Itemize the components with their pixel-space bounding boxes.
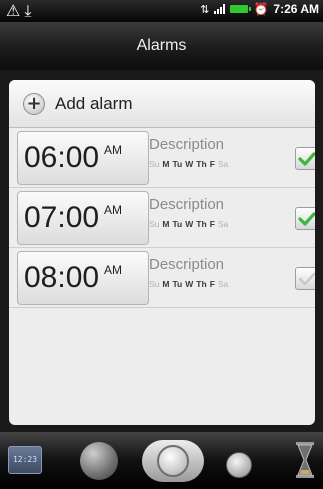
alarm-description: Description <box>149 256 225 273</box>
alarm-ampm: AM <box>104 203 122 217</box>
add-alarm-button[interactable]: + Add alarm <box>9 80 315 128</box>
day-label: Tu <box>172 219 183 229</box>
bottom-tab-bar: 12:23 <box>0 432 323 489</box>
status-left-icons: ⚠⤓ <box>6 1 35 21</box>
alarm-ampm: AM <box>104 263 122 277</box>
alarm-clock-icon: ⏰ <box>253 2 269 16</box>
day-label: M <box>162 159 170 169</box>
alarm-enable-checkbox[interactable] <box>295 267 315 290</box>
alarm-row[interactable]: 06:00 AM Description Su M Tu W Th F Sa <box>9 128 315 188</box>
day-label: M <box>162 279 170 289</box>
alarm-description: Description <box>149 196 225 213</box>
checkmark-icon <box>298 272 315 285</box>
alarm-time: 06:00 <box>24 141 100 174</box>
day-label: M <box>162 219 170 229</box>
alarm-description: Description <box>149 136 225 153</box>
alarm-list: + Add alarm 06:00 AM Description Su M Tu W T… <box>9 80 315 425</box>
day-label: Tu <box>172 279 183 289</box>
tab-clock[interactable]: 12:23 <box>8 440 44 482</box>
day-label: Su <box>149 279 160 289</box>
day-label: Sa <box>217 279 229 289</box>
day-label: F <box>209 279 215 289</box>
day-label: W <box>185 159 194 169</box>
day-label: Th <box>196 279 207 289</box>
day-label: W <box>185 219 194 229</box>
page-title: Alarms <box>0 22 323 70</box>
battery-icon <box>230 5 252 13</box>
day-label: F <box>209 159 215 169</box>
status-right-icons: ⇅ ⏰ 7:26 AM <box>200 2 319 16</box>
day-label: Tu <box>172 159 183 169</box>
day-label: Su <box>149 219 160 229</box>
day-label: W <box>185 279 194 289</box>
alarm-time-button[interactable]: 06:00 AM <box>17 131 149 185</box>
alarm-time: 08:00 <box>24 261 100 294</box>
alarm-days: Su M Tu W Th F Sa <box>149 159 231 169</box>
stopwatch-icon <box>226 452 252 478</box>
alarm-time-button[interactable]: 08:00 AM <box>17 251 149 305</box>
tab-stopwatch[interactable] <box>226 440 258 482</box>
alarm-days: Su M Tu W Th F Sa <box>149 219 231 229</box>
status-time: 7:26 AM <box>273 2 319 16</box>
day-label: Sa <box>217 219 229 229</box>
day-label: Sa <box>217 159 229 169</box>
status-bar: ⚠⤓ ⇅ ⏰ 7:26 AM <box>0 0 323 22</box>
alarm-enable-checkbox[interactable] <box>295 147 315 170</box>
day-label: Su <box>149 159 160 169</box>
alarm-enable-checkbox[interactable] <box>295 207 315 230</box>
alarm-days: Su M Tu W Th F Sa <box>149 279 231 289</box>
day-label: Th <box>196 219 207 229</box>
signal-icon <box>214 4 226 14</box>
alarm-time-button[interactable]: 07:00 AM <box>17 191 149 245</box>
data-icon: ⇅ <box>200 2 210 16</box>
plus-icon: + <box>23 92 45 115</box>
digital-clock-icon: 12:23 <box>8 446 42 474</box>
add-alarm-label: Add alarm <box>55 93 133 113</box>
alarm-time: 07:00 <box>24 201 100 234</box>
warning-icon: ⚠ <box>6 1 25 20</box>
day-label: F <box>209 219 215 229</box>
tab-alarms[interactable] <box>142 440 204 482</box>
tab-world-clock[interactable] <box>80 440 122 482</box>
checkmark-icon <box>298 151 315 166</box>
hourglass-icon <box>296 442 314 478</box>
day-label: Th <box>196 159 207 169</box>
globe-icon <box>80 442 118 480</box>
checkmark-icon <box>298 211 315 226</box>
alarm-ampm: AM <box>104 143 122 157</box>
alarm-clock-icon <box>157 445 189 477</box>
usb-icon: ⤓ <box>24 1 36 20</box>
alarm-row[interactable]: 07:00 AM Description Su M Tu W Th F Sa <box>9 188 315 248</box>
tab-timer[interactable] <box>294 440 316 482</box>
alarm-tab-highlight <box>142 440 204 482</box>
alarm-row[interactable]: 08:00 AM Description Su M Tu W Th F Sa <box>9 248 315 308</box>
